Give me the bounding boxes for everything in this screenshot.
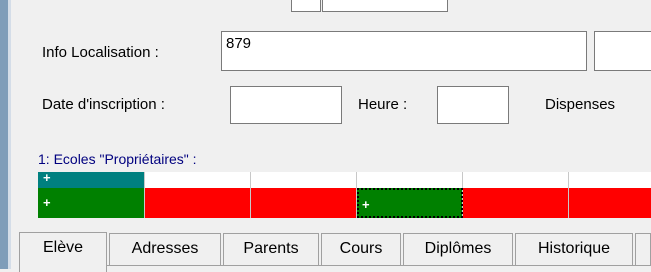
grid-expand-icon: + (43, 170, 51, 185)
grid-row-cell-red[interactable] (145, 188, 251, 218)
tab-parents[interactable]: Parents (223, 233, 319, 265)
grid-header-cell[interactable] (251, 172, 357, 188)
info-localisation-input[interactable]: 879 (221, 31, 587, 71)
tab-diplomes[interactable]: Diplômes (403, 233, 513, 265)
info-localisation-extra-input[interactable] (594, 31, 651, 71)
date-inscription-label: Date d'inscription : (42, 96, 165, 113)
top-partial-field-1[interactable] (291, 0, 321, 12)
grid-row-plus-icon: + (43, 195, 51, 210)
window-left-border (0, 0, 8, 269)
grid-row-cell-red[interactable] (251, 188, 357, 218)
grid-row-cell-red[interactable] (569, 188, 651, 218)
grid-row-cell-red[interactable] (463, 188, 569, 218)
ecoles-proprietaires-title: 1: Ecoles "Propriétaires" : (38, 151, 197, 167)
grid-header-cell[interactable] (463, 172, 569, 188)
grid-row-cell-selected[interactable]: + (357, 188, 463, 218)
window-left-border-inner (8, 0, 11, 269)
heure-input[interactable] (437, 86, 509, 124)
tab-label: Parents (243, 240, 299, 257)
grid-header-cell[interactable] (357, 172, 463, 188)
tab-next-partial[interactable] (635, 233, 651, 265)
tab-eleve[interactable]: Elève (19, 232, 107, 272)
tab-label: Cours (339, 240, 383, 257)
info-localisation-value: 879 (226, 35, 252, 52)
info-localisation-label: Info Localisation : (42, 44, 159, 61)
grid-header-cell-teal[interactable]: + (38, 170, 145, 188)
top-partial-field-2[interactable] (322, 0, 448, 12)
tab-label: Adresses (131, 240, 199, 257)
heure-label: Heure : (358, 96, 408, 113)
grid-header-cell[interactable] (569, 172, 651, 188)
dispenses-label: Dispenses (545, 96, 616, 113)
grid-header-cell[interactable] (145, 172, 251, 188)
tab-label: Historique (537, 240, 611, 257)
tab-label: Elève (42, 239, 84, 256)
tab-adresses[interactable]: Adresses (109, 233, 221, 265)
grid-selected-plus-icon: + (362, 197, 370, 212)
tab-label: Diplômes (424, 240, 492, 257)
date-inscription-input[interactable] (230, 86, 342, 124)
ecoles-grid[interactable]: + + + (38, 170, 651, 218)
tab-strip-border (19, 265, 651, 266)
tab-historique[interactable]: Historique (515, 233, 633, 265)
grid-row-cell-green[interactable]: + (38, 188, 145, 218)
tab-cours[interactable]: Cours (321, 233, 401, 265)
